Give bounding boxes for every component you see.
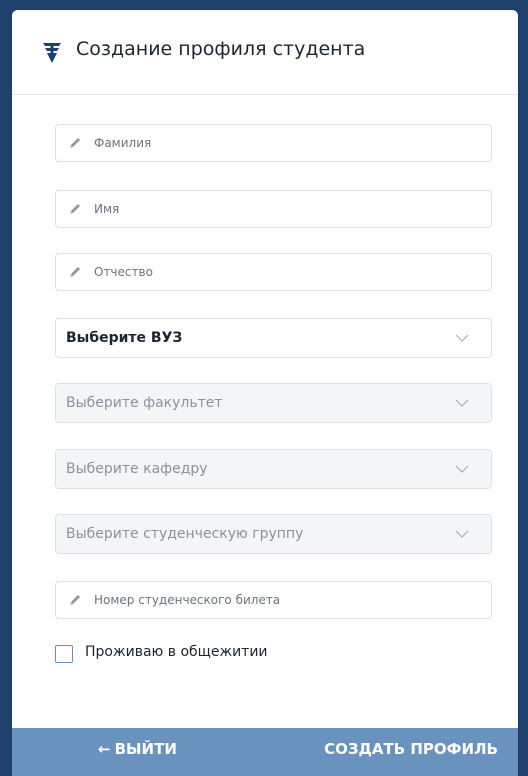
university-select-label: Выберите ВУЗ — [66, 330, 183, 346]
faculty-select-label: Выберите факультет — [66, 395, 223, 411]
pencil-icon — [70, 267, 80, 277]
page-title: Создание профиля студента — [76, 38, 366, 60]
create-profile-button[interactable]: СОЗДАТЬ ПРОФИЛЬ — [324, 740, 498, 758]
arrow-left-icon: ← — [98, 740, 111, 758]
first-name-input[interactable] — [94, 191, 474, 227]
exit-button[interactable]: ← ВЫЙТИ — [98, 740, 177, 758]
card-header: Создание профиля студента — [12, 10, 518, 95]
middle-name-field[interactable] — [55, 253, 492, 291]
faculty-select[interactable]: Выберите факультет — [55, 383, 492, 423]
student-group-select[interactable]: Выберите студенческую группу — [55, 514, 492, 554]
last-name-field[interactable] — [55, 124, 492, 162]
footer-bar: ← ВЫЙТИ СОЗДАТЬ ПРОФИЛЬ — [12, 728, 518, 776]
student-id-field[interactable] — [55, 581, 492, 619]
last-name-input[interactable] — [94, 125, 474, 161]
chevron-down-icon — [455, 334, 469, 342]
chevron-down-icon — [455, 399, 469, 407]
middle-name-input[interactable] — [94, 254, 474, 290]
exit-button-label: ВЫЙТИ — [114, 740, 177, 758]
pencil-icon — [70, 595, 80, 605]
dormitory-checkbox-label[interactable]: Проживаю в общежитии — [85, 644, 268, 660]
pencil-icon — [70, 138, 80, 148]
chevron-down-icon — [455, 530, 469, 538]
first-name-field[interactable] — [55, 190, 492, 228]
university-select[interactable]: Выберите ВУЗ — [55, 318, 492, 358]
pencil-icon — [70, 204, 80, 214]
dormitory-checkbox[interactable] — [55, 645, 73, 663]
student-group-select-label: Выберите студенческую группу — [66, 526, 304, 542]
student-id-input[interactable] — [94, 582, 474, 618]
profile-card: Создание профиля студента Фамилия Имя От… — [12, 10, 518, 776]
department-select-label: Выберите кафедру — [66, 461, 208, 477]
shield-logo-icon — [43, 43, 61, 63]
department-select[interactable]: Выберите кафедру — [55, 449, 492, 489]
window-frame: Создание профиля студента Фамилия Имя От… — [0, 0, 528, 776]
chevron-down-icon — [455, 465, 469, 473]
